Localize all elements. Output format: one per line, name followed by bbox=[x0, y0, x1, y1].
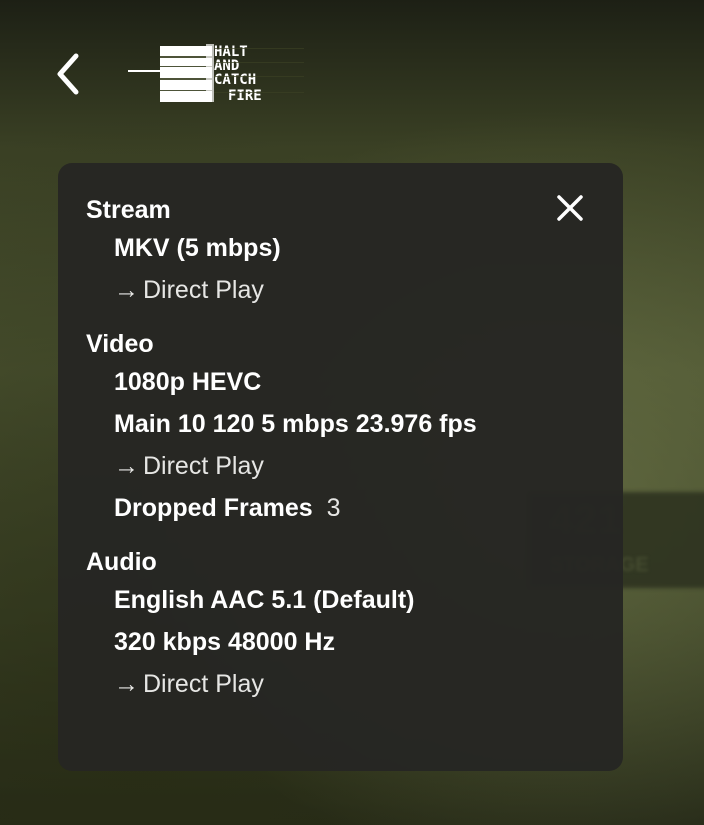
show-logo: HALT AND CATCH FIRE bbox=[128, 42, 338, 106]
stream-container: MKV (5 mbps) bbox=[114, 234, 281, 262]
video-profile: Main 10 120 5 mbps 23.976 fps bbox=[114, 410, 477, 438]
audio-track: English AAC 5.1 (Default) bbox=[114, 586, 415, 614]
svg-text:FIRE: FIRE bbox=[228, 88, 262, 104]
video-player: 421 STORAGE HALT AND CATCH FIRE bbox=[0, 0, 704, 825]
audio-play-method: → Direct Play bbox=[86, 663, 595, 705]
dropped-frames-value: 3 bbox=[326, 494, 341, 522]
video-play-method: → Direct Play bbox=[86, 445, 595, 487]
video-section: Video 1080p HEVC Main 10 120 5 mbps 23.9… bbox=[86, 327, 595, 529]
stream-heading: Stream bbox=[86, 196, 171, 224]
svg-text:CATCH: CATCH bbox=[214, 72, 256, 88]
video-resolution-codec: 1080p HEVC bbox=[114, 368, 262, 396]
video-heading: Video bbox=[86, 330, 154, 358]
audio-section: Audio English AAC 5.1 (Default) 320 kbps… bbox=[86, 545, 595, 705]
playback-info-panel: Stream MKV (5 mbps) → Direct Play Video 1… bbox=[58, 163, 623, 771]
video-play-method-text: Direct Play bbox=[143, 452, 264, 480]
dropped-frames-label: Dropped Frames bbox=[114, 494, 313, 522]
audio-heading: Audio bbox=[86, 548, 157, 576]
arrow-right-icon: → bbox=[114, 670, 139, 698]
arrow-right-icon: → bbox=[114, 452, 139, 480]
audio-play-method-text: Direct Play bbox=[143, 670, 264, 698]
arrow-right-icon: → bbox=[114, 276, 139, 304]
dropped-frames: Dropped Frames 3 bbox=[86, 487, 595, 529]
chevron-left-icon bbox=[57, 53, 79, 95]
stream-play-method-text: Direct Play bbox=[143, 276, 264, 304]
close-button[interactable] bbox=[555, 193, 585, 223]
back-button[interactable] bbox=[44, 48, 92, 100]
stream-section: Stream MKV (5 mbps) → Direct Play bbox=[86, 193, 595, 311]
audio-bitrate: 320 kbps 48000 Hz bbox=[114, 628, 335, 656]
close-icon bbox=[557, 195, 583, 221]
stream-play-method: → Direct Play bbox=[86, 269, 595, 311]
